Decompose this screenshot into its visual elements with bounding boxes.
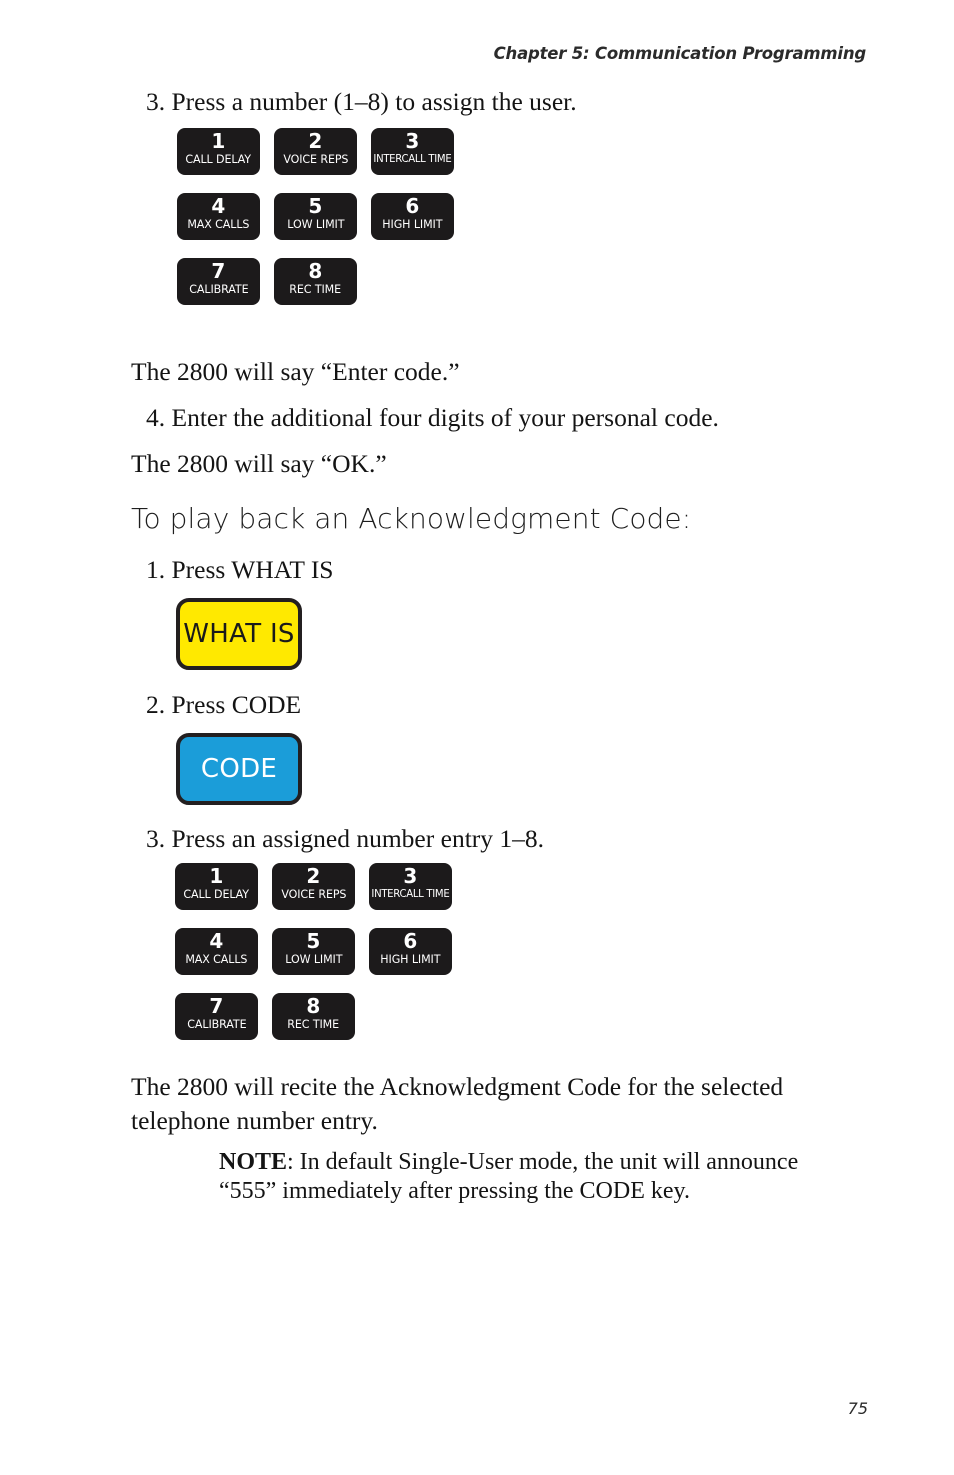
- keypad-key-5[interactable]: 5 LOW LIMIT: [274, 193, 357, 240]
- running-head: Chapter 5: Communication Programming: [493, 44, 867, 63]
- keypad-key-label: REC TIME: [289, 283, 342, 296]
- keypad-key-2[interactable]: 2 VOICE REPS: [274, 128, 357, 175]
- document-page: Chapter 5: Communication Programming 3. …: [0, 0, 954, 1475]
- keypad-key-number: 2: [308, 129, 323, 153]
- keypad-key-label: LOW LIMIT: [284, 953, 343, 966]
- keypad-key-1[interactable]: 1 CALL DELAY: [175, 863, 258, 910]
- keypad-key-number: 3: [405, 129, 420, 153]
- step-press-code: 2. Press CODE: [146, 690, 302, 719]
- page-number: 75: [847, 1399, 868, 1418]
- keypad-key-number: 4: [209, 929, 224, 953]
- keypad-grid-playback: 1 CALL DELAY 2 VOICE REPS 3 INTERCALL TIME 4 MA…: [175, 863, 452, 1040]
- keypad-key-4[interactable]: 4 MAX CALLS: [177, 193, 260, 240]
- keypad-key-number: 5: [308, 194, 323, 218]
- keypad-key-number: 8: [308, 259, 323, 283]
- what-is-key[interactable]: WHAT IS: [176, 598, 302, 670]
- keypad-key-label: CALIBRATE: [186, 1018, 247, 1031]
- step-press-assigned-number: 3. Press an assigned number entry 1–8.: [146, 824, 545, 853]
- keypad-key-5[interactable]: 5 LOW LIMIT: [272, 928, 355, 975]
- keypad-key-number: 3: [403, 864, 418, 888]
- keypad-key-number: 6: [405, 194, 420, 218]
- keypad-key-2[interactable]: 2 VOICE REPS: [272, 863, 355, 910]
- keypad-key-number: 8: [306, 994, 321, 1018]
- keypad-key-number: 1: [211, 129, 226, 153]
- keypad-key-label: CALIBRATE: [188, 283, 249, 296]
- keypad-key-number: 1: [209, 864, 224, 888]
- keypad-key-label: INTERCALL TIME: [371, 889, 450, 900]
- keypad-key-number: 2: [306, 864, 321, 888]
- keypad-key-number: 5: [306, 929, 321, 953]
- keypad-key-label: LOW LIMIT: [286, 218, 345, 231]
- enter-code-prompt: The 2800 will say “Enter code.”: [131, 357, 460, 386]
- keypad-key-label: HIGH LIMIT: [380, 953, 441, 966]
- step-press-what-is: 1. Press WHAT IS: [146, 555, 334, 584]
- keypad-key-number: 7: [211, 259, 226, 283]
- note-block: NOTE: In default Single-User mode, the u…: [219, 1148, 819, 1206]
- note-label: NOTE: [219, 1149, 288, 1175]
- keypad-key-3[interactable]: 3 INTERCALL TIME: [369, 863, 452, 910]
- keypad-key-4[interactable]: 4 MAX CALLS: [175, 928, 258, 975]
- keypad-key-number: 7: [209, 994, 224, 1018]
- keypad-key-label: HIGH LIMIT: [382, 218, 443, 231]
- keypad-key-label: REC TIME: [287, 1018, 340, 1031]
- keypad-key-7[interactable]: 7 CALIBRATE: [177, 258, 260, 305]
- keypad-key-label: MAX CALLS: [187, 218, 250, 231]
- keypad-key-label: VOICE REPS: [282, 153, 349, 166]
- keypad-key-8[interactable]: 8 REC TIME: [274, 258, 357, 305]
- keypad-grid-assign-user: 1 CALL DELAY 2 VOICE REPS 3 INTERCALL TIME 4 MA…: [177, 128, 454, 305]
- section-heading-playback: To play back an Acknowledgment Code:: [131, 502, 692, 535]
- keypad-key-6[interactable]: 6 HIGH LIMIT: [369, 928, 452, 975]
- keypad-key-number: 4: [211, 194, 226, 218]
- keypad-key-6[interactable]: 6 HIGH LIMIT: [371, 193, 454, 240]
- keypad-key-8[interactable]: 8 REC TIME: [272, 993, 355, 1040]
- keypad-key-label: CALL DELAY: [185, 153, 252, 166]
- keypad-key-3[interactable]: 3 INTERCALL TIME: [371, 128, 454, 175]
- keypad-key-number: 6: [403, 929, 418, 953]
- recite-paragraph: The 2800 will recite the Acknowledgment …: [131, 1072, 784, 1135]
- keypad-key-label: CALL DELAY: [183, 888, 250, 901]
- step-assign-user: 3. Press a number (1–8) to assign the us…: [146, 87, 577, 116]
- step-enter-four-digits: 4. Enter the additional four digits of y…: [146, 403, 719, 432]
- note-body: : In default Single-User mode, the unit …: [219, 1149, 799, 1204]
- keypad-key-label: MAX CALLS: [185, 953, 248, 966]
- keypad-key-7[interactable]: 7 CALIBRATE: [175, 993, 258, 1040]
- ok-prompt: The 2800 will say “OK.”: [131, 449, 387, 478]
- keypad-key-label: VOICE REPS: [280, 888, 347, 901]
- code-key[interactable]: CODE: [176, 733, 302, 805]
- keypad-key-label: INTERCALL TIME: [373, 154, 452, 165]
- keypad-key-1[interactable]: 1 CALL DELAY: [177, 128, 260, 175]
